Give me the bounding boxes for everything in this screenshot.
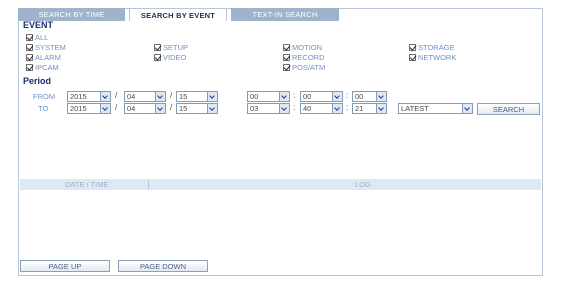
column-log: LOG <box>355 180 371 189</box>
to-day-select[interactable]: 15 <box>176 103 218 114</box>
to-year-select[interactable]: 2015 <box>67 103 111 114</box>
column-divider <box>148 180 149 189</box>
checkbox-all[interactable]: ALL <box>26 33 48 42</box>
time-separator: : <box>346 91 349 100</box>
chevron-down-icon <box>100 92 110 101</box>
chevron-down-icon <box>279 92 289 101</box>
chevron-down-icon <box>376 92 386 101</box>
column-date-time: DATE / TIME <box>65 180 109 189</box>
check-icon <box>283 44 290 51</box>
check-icon <box>26 44 33 51</box>
from-year-select[interactable]: 2015 <box>67 91 111 102</box>
search-button[interactable]: SEARCH <box>477 103 540 115</box>
checkbox-system[interactable]: SYSTEM <box>26 43 66 52</box>
chevron-down-icon <box>462 104 472 113</box>
checkbox-storage[interactable]: STORAGE <box>409 43 455 52</box>
from-minute-select[interactable]: 00 <box>300 91 343 102</box>
checkbox-setup[interactable]: SETUP <box>154 43 188 52</box>
from-month-select[interactable]: 04 <box>124 91 166 102</box>
date-separator: / <box>170 91 173 100</box>
time-separator: : <box>346 103 349 112</box>
check-icon <box>154 44 161 51</box>
tab-search-by-event[interactable]: SEARCH BY EVENT <box>129 8 227 21</box>
checkbox-motion[interactable]: MOTION <box>283 43 322 52</box>
chevron-down-icon <box>376 104 386 113</box>
page-down-button[interactable]: PAGE DOWN <box>118 260 208 272</box>
chevron-down-icon <box>155 92 165 101</box>
check-icon <box>154 54 161 61</box>
check-icon <box>26 54 33 61</box>
to-hour-select[interactable]: 03 <box>247 103 290 114</box>
checkbox-network[interactable]: NETWORK <box>409 53 456 62</box>
checkbox-record[interactable]: RECORD <box>283 53 325 62</box>
chevron-down-icon <box>332 92 342 101</box>
period-title: Period <box>23 76 52 86</box>
time-separator: : <box>293 91 296 100</box>
time-separator: : <box>293 103 296 112</box>
chevron-down-icon <box>100 104 110 113</box>
from-second-select[interactable]: 00 <box>352 91 387 102</box>
tab-text-in-search[interactable]: TEXT-IN SEARCH <box>231 8 339 21</box>
log-table-header: DATE / TIME LOG <box>20 179 541 190</box>
check-icon <box>409 54 416 61</box>
check-icon <box>26 34 33 41</box>
checkbox-alarm[interactable]: ALARM <box>26 53 61 62</box>
chevron-down-icon <box>207 92 217 101</box>
event-title: EVENT <box>23 20 54 30</box>
to-label: TO <box>38 104 49 113</box>
check-icon <box>409 44 416 51</box>
to-minute-select[interactable]: 40 <box>300 103 343 114</box>
chevron-down-icon <box>279 104 289 113</box>
chevron-down-icon <box>207 104 217 113</box>
checkbox-video[interactable]: VIDEO <box>154 53 186 62</box>
chevron-down-icon <box>332 104 342 113</box>
date-separator: / <box>115 103 118 112</box>
checkbox-ipcam[interactable]: IPCAM <box>26 63 59 72</box>
log-list <box>20 191 541 257</box>
date-separator: / <box>115 91 118 100</box>
page-up-button[interactable]: PAGE UP <box>20 260 110 272</box>
check-icon <box>283 64 290 71</box>
chevron-down-icon <box>155 104 165 113</box>
to-second-select[interactable]: 21 <box>352 103 387 114</box>
sort-order-select[interactable]: LATEST <box>398 103 473 114</box>
check-icon <box>26 64 33 71</box>
from-day-select[interactable]: 15 <box>176 91 218 102</box>
from-hour-select[interactable]: 00 <box>247 91 290 102</box>
from-label: FROM <box>33 92 56 101</box>
to-month-select[interactable]: 04 <box>124 103 166 114</box>
date-separator: / <box>170 103 173 112</box>
check-icon <box>283 54 290 61</box>
checkbox-pos-atm[interactable]: POS/ATM <box>283 63 325 72</box>
search-tabs: SEARCH BY TIME SEARCH BY EVENT TEXT-IN S… <box>18 8 343 21</box>
